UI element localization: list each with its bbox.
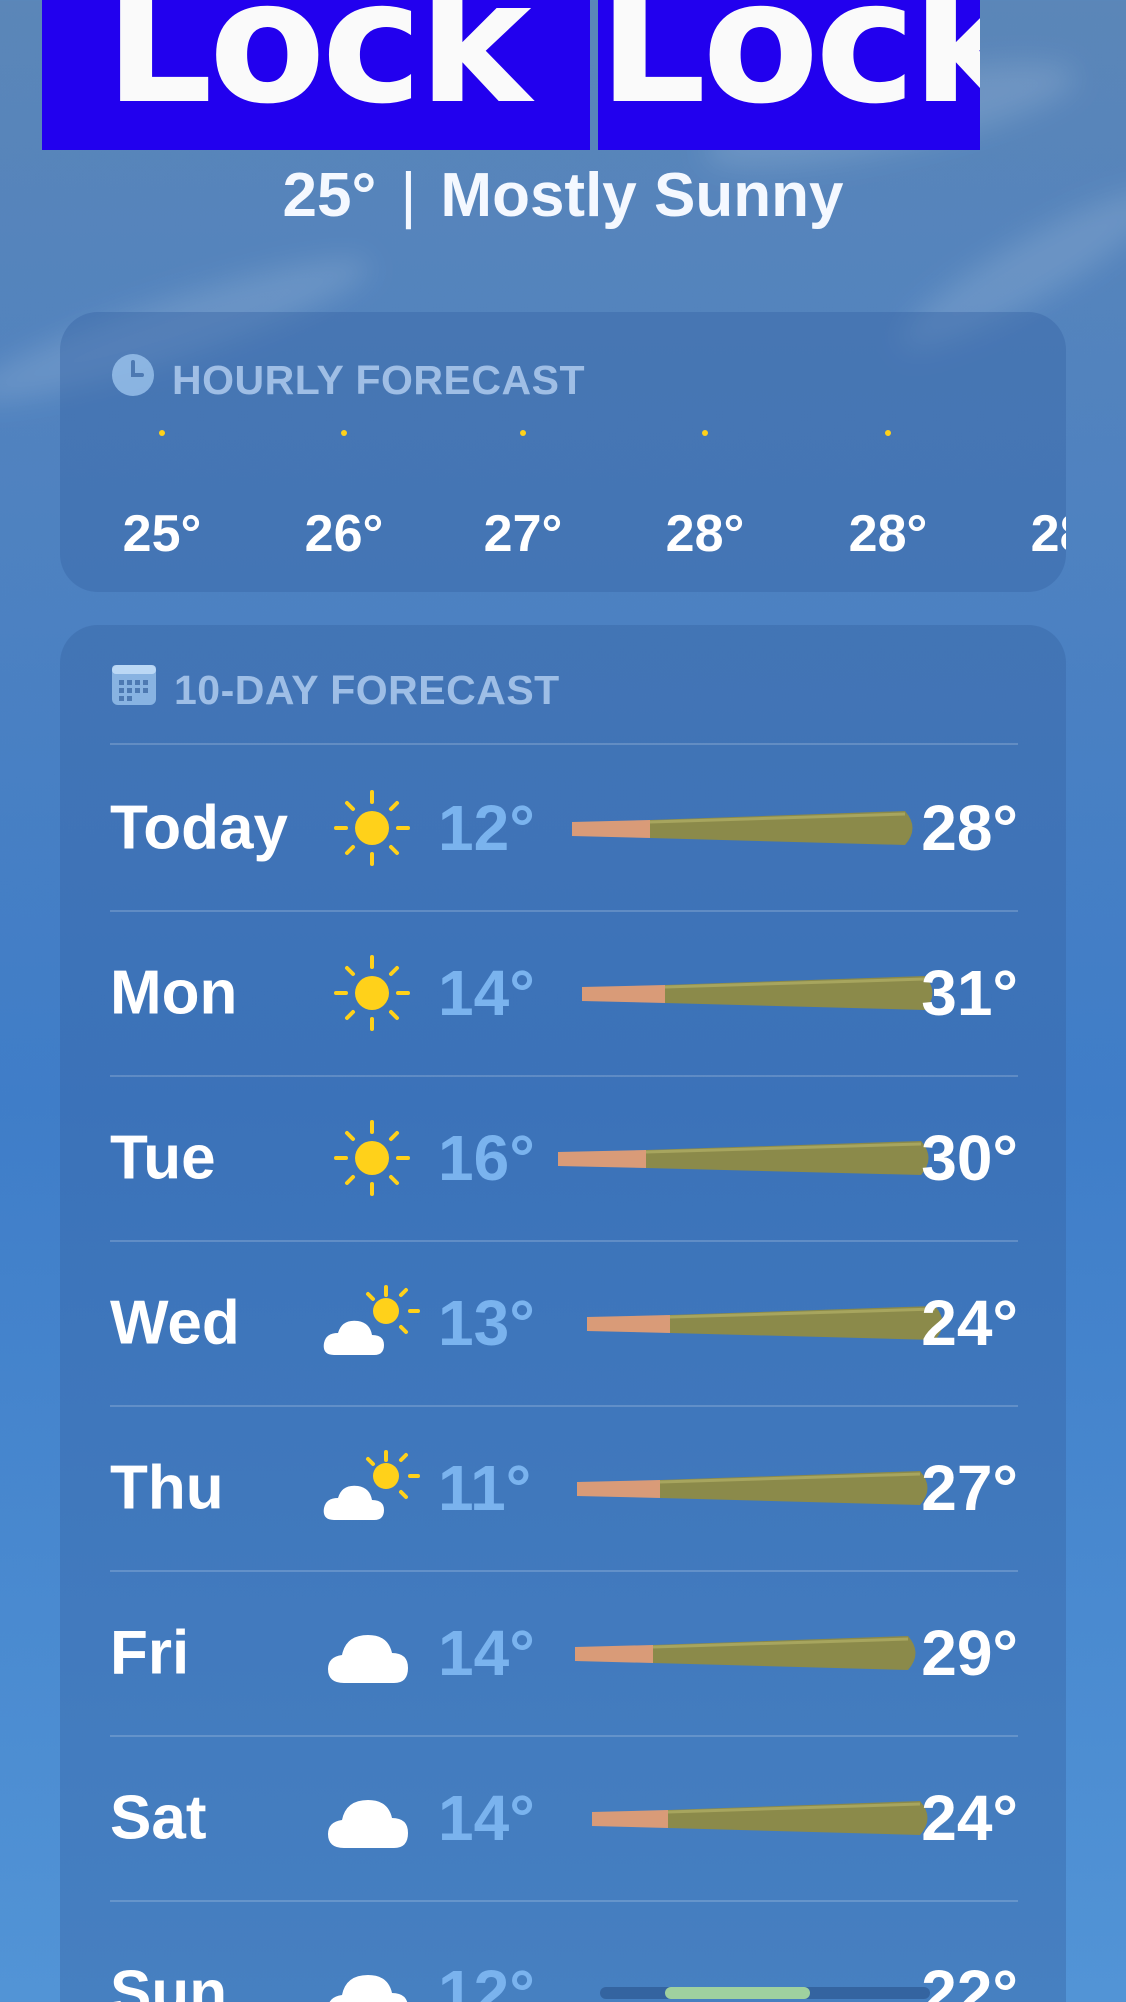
forecast-row-sun[interactable]: Sun 12° 22° <box>60 1910 1066 2002</box>
temperature-range-bar <box>558 1140 929 1175</box>
forecast-high: 24° <box>921 1286 1018 1359</box>
forecast-low: 13° <box>438 1286 535 1359</box>
current-temperature: 25° <box>282 161 377 230</box>
sun-icon <box>702 430 708 436</box>
current-separator: | <box>400 161 417 230</box>
ten-day-forecast-header: 10-DAY FORECAST <box>110 663 560 717</box>
hourly-item[interactable]: 27° <box>458 430 588 564</box>
calendar-icon <box>110 663 158 717</box>
temperature-range-bar <box>582 975 933 1010</box>
temperature-range-bar <box>572 810 913 845</box>
forecast-day: Fri <box>110 1618 190 1687</box>
temperature-range-bar <box>577 1470 928 1505</box>
forecast-high: 29° <box>921 1616 1018 1689</box>
forecast-high: 22° <box>921 1956 1018 2002</box>
forecast-day: Sat <box>110 1783 207 1852</box>
hourly-temp: 28° <box>848 505 928 563</box>
hourly-temp: 28° <box>665 505 745 563</box>
cloud-icon <box>328 1634 408 1683</box>
forecast-day: Thu <box>110 1453 224 1522</box>
row-divider <box>110 1900 1018 1902</box>
forecast-high: 27° <box>921 1451 1018 1524</box>
forecast-day: Sun <box>110 1958 228 2002</box>
hourly-item[interactable]: 28° <box>640 430 770 564</box>
hourly-temp: 28° <box>1030 505 1066 563</box>
sun-icon <box>520 430 526 436</box>
location-banner-right-text: Lock <box>598 0 980 142</box>
forecast-day: Mon <box>110 958 238 1027</box>
hourly-item[interactable]: 28° <box>823 430 953 564</box>
forecast-row-sat[interactable]: Sat 14° 24° <box>60 1735 1066 1900</box>
sun-icon <box>341 430 347 436</box>
current-conditions: 25° | Mostly Sunny <box>0 160 1126 231</box>
forecast-low: 14° <box>438 1781 535 1854</box>
forecast-day: Today <box>110 793 288 862</box>
hourly-forecast-card[interactable]: HOURLY FORECAST 25° 26° 27° 28° 28° 28° <box>60 312 1066 592</box>
hourly-item[interactable]: 26° <box>279 430 409 564</box>
forecast-low: 12° <box>438 1956 535 2002</box>
forecast-day: Tue <box>110 1123 216 1192</box>
forecast-row-fri[interactable]: Fri 14° 29° <box>60 1570 1066 1735</box>
hourly-forecast-header: HOURLY FORECAST <box>110 352 585 408</box>
forecast-row-wed[interactable]: Wed 13° 24° <box>60 1240 1066 1405</box>
hourly-forecast-title: HOURLY FORECAST <box>172 356 585 403</box>
hourly-temp: 26° <box>304 505 384 563</box>
forecast-low: 14° <box>438 956 535 1029</box>
sun-icon <box>885 430 891 436</box>
location-banner-right: Lock <box>598 0 980 150</box>
ten-day-forecast-title: 10-DAY FORECAST <box>174 666 560 713</box>
forecast-low: 14° <box>438 1616 535 1689</box>
forecast-high: 28° <box>921 791 1018 864</box>
hourly-item[interactable]: 25° <box>97 430 227 564</box>
sun-icon <box>334 789 410 866</box>
cloud-icon <box>329 1974 408 2002</box>
forecast-row-tue[interactable]: Tue 16° 30° <box>60 1075 1066 1240</box>
forecast-low: 11° <box>438 1451 532 1524</box>
hourly-item[interactable]: 28° <box>1005 430 1066 564</box>
temperature-range-bar <box>600 1986 930 1999</box>
forecast-row-thu[interactable]: Thu 11° 27° <box>60 1405 1066 1570</box>
forecast-high: 24° <box>921 1781 1018 1854</box>
sun-icon <box>334 954 410 1031</box>
forecast-row-today[interactable]: Today 12° 28° <box>60 745 1066 910</box>
sun-icon <box>159 430 165 436</box>
hourly-temp: 25° <box>122 505 202 563</box>
temperature-range-bar <box>587 1305 943 1340</box>
clock-icon <box>110 352 156 408</box>
forecast-high: 30° <box>921 1121 1018 1194</box>
ten-day-forecast-card[interactable]: 10-DAY FORECAST Today 12° 28° Mon 14° 31… <box>60 625 1066 2002</box>
partly-cloudy-icon <box>323 1284 420 1355</box>
forecast-day: Wed <box>110 1288 240 1357</box>
partly-cloudy-icon <box>323 1449 420 1520</box>
location-banner-left-text: Lock <box>104 0 532 142</box>
cloud-icon <box>328 1799 408 1848</box>
forecast-row-mon[interactable]: Mon 14° 31° <box>60 910 1066 1075</box>
temperature-range-bar <box>575 1635 916 1670</box>
forecast-high: 31° <box>921 956 1018 1029</box>
location-banner-left: Lock <box>42 0 590 150</box>
temperature-range-bar <box>592 1800 928 1835</box>
hourly-temp: 27° <box>483 505 563 563</box>
current-condition: Mostly Sunny <box>440 161 844 230</box>
sun-icon <box>334 1119 410 1196</box>
forecast-low: 12° <box>438 791 535 864</box>
forecast-low: 16° <box>438 1121 535 1194</box>
